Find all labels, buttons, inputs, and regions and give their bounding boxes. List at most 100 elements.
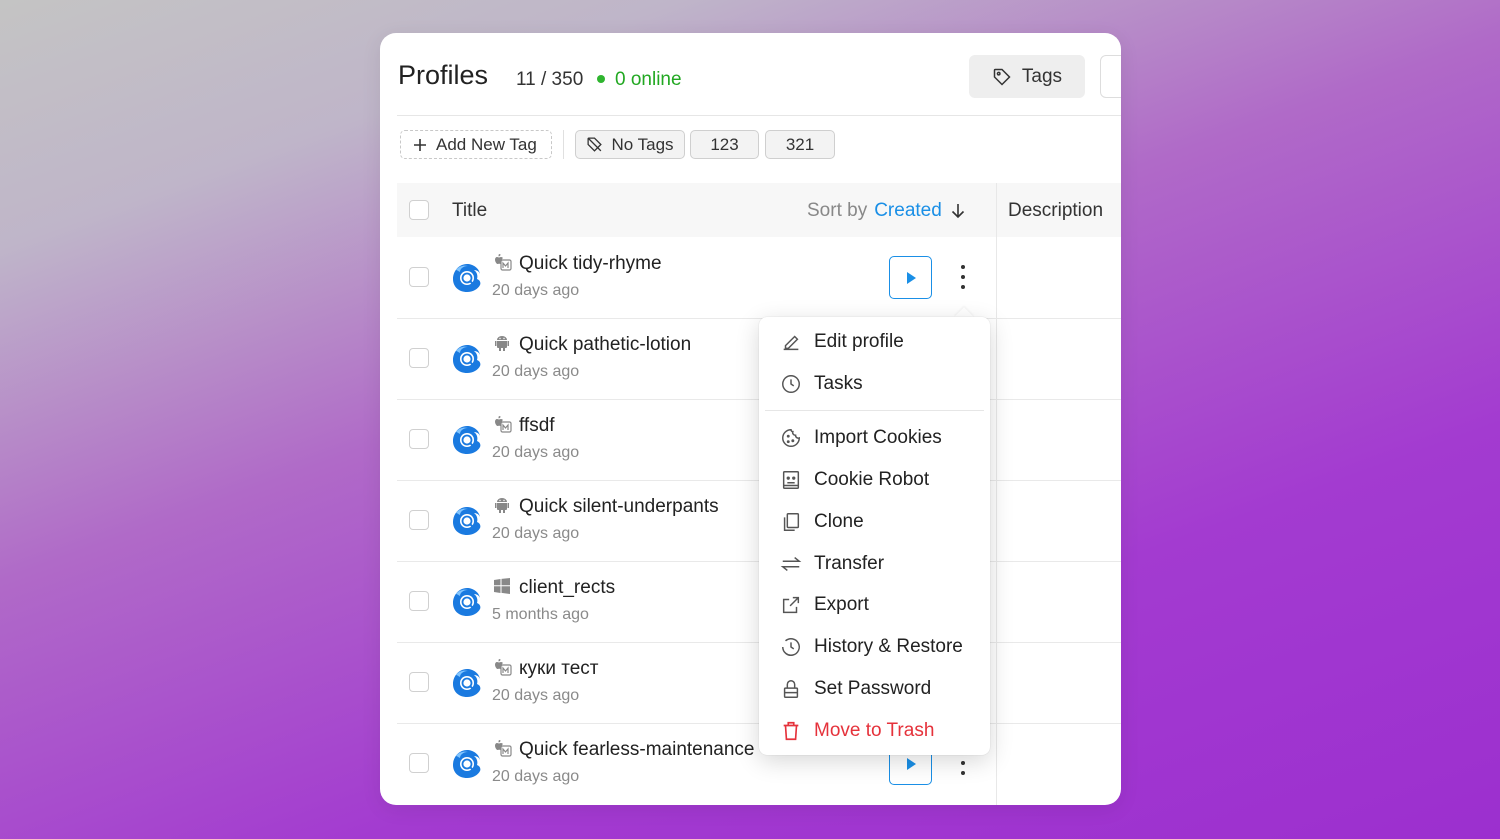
menu-divider <box>765 410 984 411</box>
profiles-panel: Profiles 11 / 350 0 online Tags Add New … <box>380 33 1121 805</box>
browser-logo-icon <box>450 666 484 700</box>
menu-item-label: Import Cookies <box>814 427 942 448</box>
select-all-checkbox[interactable] <box>409 200 429 220</box>
browser-logo-icon <box>450 342 484 376</box>
profile-created-date: 20 days ago <box>492 363 580 380</box>
profile-created-date: 5 months ago <box>492 606 589 623</box>
transfer-icon <box>780 553 802 575</box>
row-checkbox[interactable] <box>409 510 429 530</box>
menu-item-clone[interactable]: Clone <box>759 502 990 542</box>
android-icon <box>492 333 512 353</box>
menu-item-cookie-robot[interactable]: Cookie Robot <box>759 460 990 500</box>
profile-count: 11 / 350 <box>516 69 584 90</box>
menu-item-export[interactable]: Export <box>759 585 990 625</box>
macos-icon <box>492 657 512 677</box>
start-profile-button[interactable] <box>889 256 932 299</box>
menu-item-import-cookies[interactable]: Import Cookies <box>759 418 990 458</box>
play-icon <box>906 271 916 284</box>
row-checkbox[interactable] <box>409 267 429 287</box>
tag-icon <box>993 68 1011 86</box>
row-checkbox[interactable] <box>409 753 429 773</box>
menu-item-transfer[interactable]: Transfer <box>759 544 990 584</box>
plus-icon <box>414 138 426 151</box>
profile-name[interactable]: ffsdf <box>519 415 555 437</box>
sort-prefix: Sort by <box>807 200 868 221</box>
android-icon <box>492 495 512 515</box>
browser-logo-icon <box>450 261 484 295</box>
tag-filter-123[interactable]: 123 <box>690 130 759 159</box>
profile-created-date: 20 days ago <box>492 687 580 704</box>
copy-icon <box>780 511 802 533</box>
lock-icon <box>780 678 802 700</box>
profile-name[interactable]: Quick silent-underpants <box>519 496 719 518</box>
menu-item-tasks[interactable]: Tasks <box>759 364 990 404</box>
trash-icon <box>780 720 802 742</box>
profile-name[interactable]: Quick fearless-maintenance <box>519 739 755 761</box>
menu-item-label: Move to Trash <box>814 720 935 741</box>
more-actions-button[interactable] <box>951 258 975 296</box>
export-icon <box>780 594 802 616</box>
profile-created-date: 20 days ago <box>492 444 580 461</box>
profile-name[interactable]: Quick tidy-rhyme <box>519 253 662 275</box>
play-icon <box>906 757 916 770</box>
macos-icon <box>492 414 512 434</box>
menu-item-set-password[interactable]: Set Password <box>759 669 990 709</box>
profile-context-menu: Edit profile Tasks Import Cookies Cookie Ro… <box>759 317 990 755</box>
tags-button[interactable]: Tags <box>969 55 1085 98</box>
table-header: Title Sort by Created Description <box>397 183 1121 237</box>
menu-item-label: Clone <box>814 511 864 532</box>
menu-item-label: Edit profile <box>814 331 904 352</box>
browser-logo-icon <box>450 747 484 781</box>
profile-name[interactable]: client_rects <box>519 577 615 599</box>
history-icon <box>780 636 802 658</box>
table-row[interactable]: Quick tidy-rhyme 20 days ago <box>397 237 996 318</box>
menu-item-label: Tasks <box>814 373 863 394</box>
menu-item-history-restore[interactable]: History & Restore <box>759 627 990 667</box>
profile-name[interactable]: куки тест <box>519 658 599 680</box>
menu-item-label: Set Password <box>814 678 932 699</box>
profile-created-date: 20 days ago <box>492 768 580 785</box>
menu-item-label: Transfer <box>814 553 885 574</box>
profile-created-date: 20 days ago <box>492 525 580 542</box>
menu-item-edit-profile[interactable]: Edit profile <box>759 322 990 362</box>
menu-item-label: Export <box>814 594 869 615</box>
pencil-icon <box>780 331 802 353</box>
robot-icon <box>780 469 802 491</box>
online-count: 0 online <box>615 69 682 90</box>
add-new-tag-button[interactable]: Add New Tag <box>400 130 552 159</box>
row-checkbox[interactable] <box>409 672 429 692</box>
profile-created-date: 20 days ago <box>492 282 580 299</box>
no-tags-label: No Tags <box>611 134 674 154</box>
column-divider <box>996 183 997 805</box>
tag-filter-label: 123 <box>710 134 739 154</box>
header-divider <box>397 115 1121 116</box>
menu-item-move-to-trash[interactable]: Move to Trash <box>759 711 990 751</box>
profile-name[interactable]: Quick pathetic-lotion <box>519 334 691 356</box>
online-status-dot <box>597 75 605 83</box>
tag-bar-divider <box>563 130 564 159</box>
sort-control[interactable]: Sort by Created <box>807 200 967 222</box>
search-input[interactable] <box>1100 55 1121 98</box>
add-new-tag-label: Add New Tag <box>436 134 537 154</box>
tag-filter-321[interactable]: 321 <box>765 130 835 159</box>
row-checkbox[interactable] <box>409 591 429 611</box>
browser-logo-icon <box>450 585 484 619</box>
sort-field[interactable]: Created <box>874 200 942 222</box>
no-tags-filter[interactable]: No Tags <box>575 130 685 159</box>
row-checkbox[interactable] <box>409 429 429 449</box>
browser-logo-icon <box>450 504 484 538</box>
clock-icon <box>780 373 802 395</box>
cookie-icon <box>780 427 802 449</box>
browser-logo-icon <box>450 423 484 457</box>
windows-icon <box>492 576 512 596</box>
arrow-down-icon[interactable] <box>949 202 967 220</box>
menu-item-label: Cookie Robot <box>814 469 930 490</box>
page-title: Profiles <box>398 60 489 90</box>
tag-filter-label: 321 <box>785 134 815 154</box>
menu-item-label: History & Restore <box>814 636 963 657</box>
tag-off-icon <box>587 137 603 152</box>
row-checkbox[interactable] <box>409 348 429 368</box>
macos-icon <box>492 738 512 758</box>
macos-icon <box>492 252 512 272</box>
column-description: Description <box>1008 200 1104 221</box>
